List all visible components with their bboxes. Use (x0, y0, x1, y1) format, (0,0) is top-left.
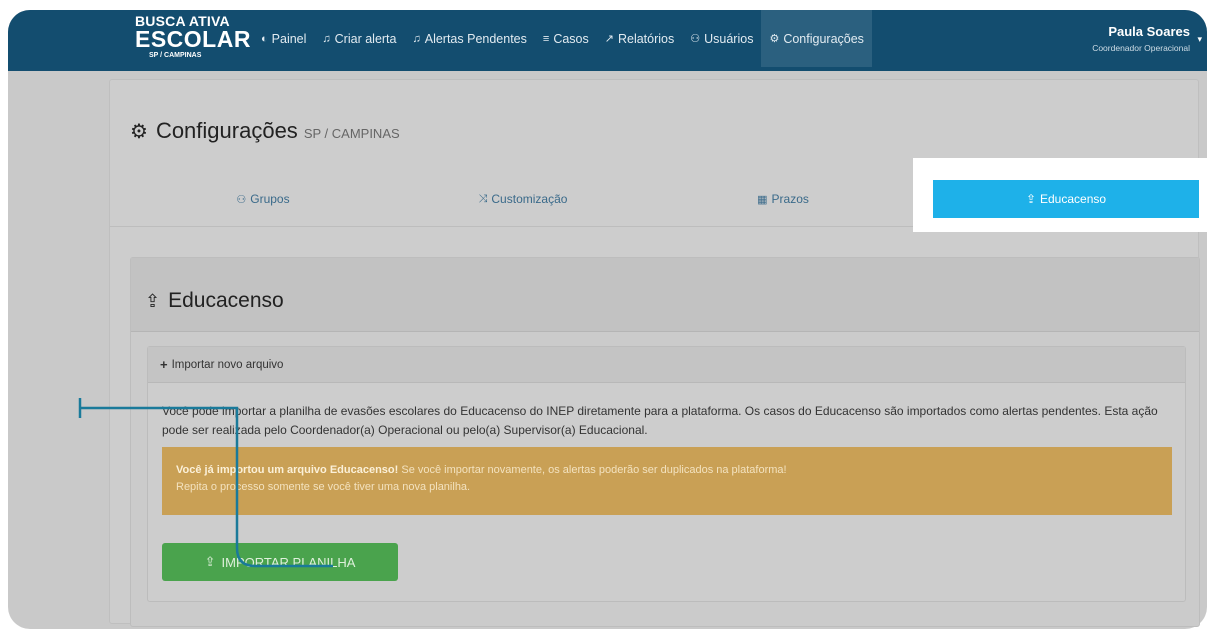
gear-icon: ⚙ (130, 121, 148, 143)
tab-label: Grupos (250, 192, 290, 206)
caret-down-icon: ▾ (1197, 34, 1202, 44)
nav-item-criar-alerta[interactable]: ♫ Criar alerta (314, 10, 404, 67)
section-title-text: Educacenso (168, 289, 284, 312)
list-icon: ≡ (542, 32, 550, 45)
tab-prazos[interactable]: ▦ Prazos (660, 183, 906, 215)
upload-icon: ⇪ (145, 290, 161, 311)
tab-label: Prazos (771, 192, 809, 206)
import-box-header: + Importar novo arquivo (148, 347, 1185, 383)
navbar: BUSCA ATIVA ESCOLAR SP / CAMPINAS ◐ Paine… (8, 10, 1207, 71)
nav-item-configuracoes[interactable]: ⚙ Configurações (761, 10, 872, 67)
user-menu[interactable]: Paula Soares Coordenador Operacional ▾ (1092, 24, 1202, 53)
user-role: Coordenador Operacional (1092, 43, 1190, 53)
users-icon: ⚇ (690, 33, 701, 45)
line-chart-icon: ↗ (604, 33, 614, 45)
warning-bold: Você já importou um arquivo Educacenso! (176, 464, 399, 476)
gear-icon: ⚙ (769, 33, 780, 45)
nav-item-alertas-pendentes[interactable]: ♫ Alertas Pendentes (404, 10, 534, 67)
nav-item-relatorios[interactable]: ↗ Relatórios (597, 10, 683, 67)
bell-icon: ♫ (412, 32, 421, 45)
tab-label: Customização (491, 192, 568, 206)
users-icon: ⚇ (236, 193, 247, 206)
user-name: Paula Soares (1108, 24, 1190, 39)
warning-text: Se você importar novamente, os alertas p… (401, 464, 787, 476)
tab-label: Educacenso (1040, 192, 1107, 206)
main-nav: ◐ Painel ♫ Criar alerta ♫ Alertas Pendentes… (253, 10, 872, 67)
nav-label: Usuários (704, 31, 754, 46)
brand-logo[interactable]: BUSCA ATIVA ESCOLAR SP / CAMPINAS (135, 14, 251, 59)
nav-label: Alertas Pendentes (424, 31, 527, 46)
upload-icon: ⇪ (204, 554, 216, 569)
nav-label: Relatórios (617, 31, 675, 46)
nav-label: Casos (553, 31, 589, 46)
import-box-header-text: Importar novo arquivo (171, 358, 284, 371)
warning-alert: Você já importou um arquivo Educacenso! … (162, 447, 1172, 515)
brand-line3: SP / CAMPINAS (149, 52, 202, 59)
page-title: ⚙ Configurações SP / CAMPINAS (130, 118, 400, 144)
upload-icon: ⇪ (1025, 192, 1036, 206)
shuffle-icon: ⤨ (478, 192, 488, 205)
nav-item-casos[interactable]: ≡ Casos (535, 10, 597, 67)
nav-item-painel[interactable]: ◐ Painel (253, 10, 314, 67)
nav-label: Painel (271, 31, 307, 46)
page-title-text: Configurações (155, 118, 298, 143)
import-box: + Importar novo arquivo Você pode import… (147, 346, 1186, 602)
tab-grupos[interactable]: ⚇ Grupos (140, 183, 386, 215)
nav-label: Configurações (783, 31, 864, 46)
section-header: ⇪ Educacenso (131, 258, 1199, 332)
section-title: ⇪ Educacenso (145, 289, 284, 313)
tab-educacenso[interactable]: ⇪ Educacenso (933, 180, 1199, 218)
nav-label: Criar alerta (334, 31, 397, 46)
tab-customizacao[interactable]: ⤨ Customização (400, 183, 646, 215)
plus-icon: + (160, 357, 168, 372)
import-spreadsheet-button[interactable]: ⇪ IMPORTAR PLANILHA (162, 543, 398, 581)
dashboard-icon: ◐ (261, 32, 268, 45)
page-subtitle: SP / CAMPINAS (303, 126, 400, 141)
import-description: Você pode importar a planilha de evasões… (162, 404, 1158, 437)
nav-item-usuarios[interactable]: ⚇ Usuários (682, 10, 761, 67)
warning-line2: Repita o processo somente se você tiver … (176, 481, 471, 493)
calendar-icon: ▦ (757, 193, 768, 206)
bell-icon: ♫ (322, 32, 331, 45)
button-label: IMPORTAR PLANILHA (221, 554, 356, 570)
brand-line2: ESCOLAR (135, 26, 251, 52)
